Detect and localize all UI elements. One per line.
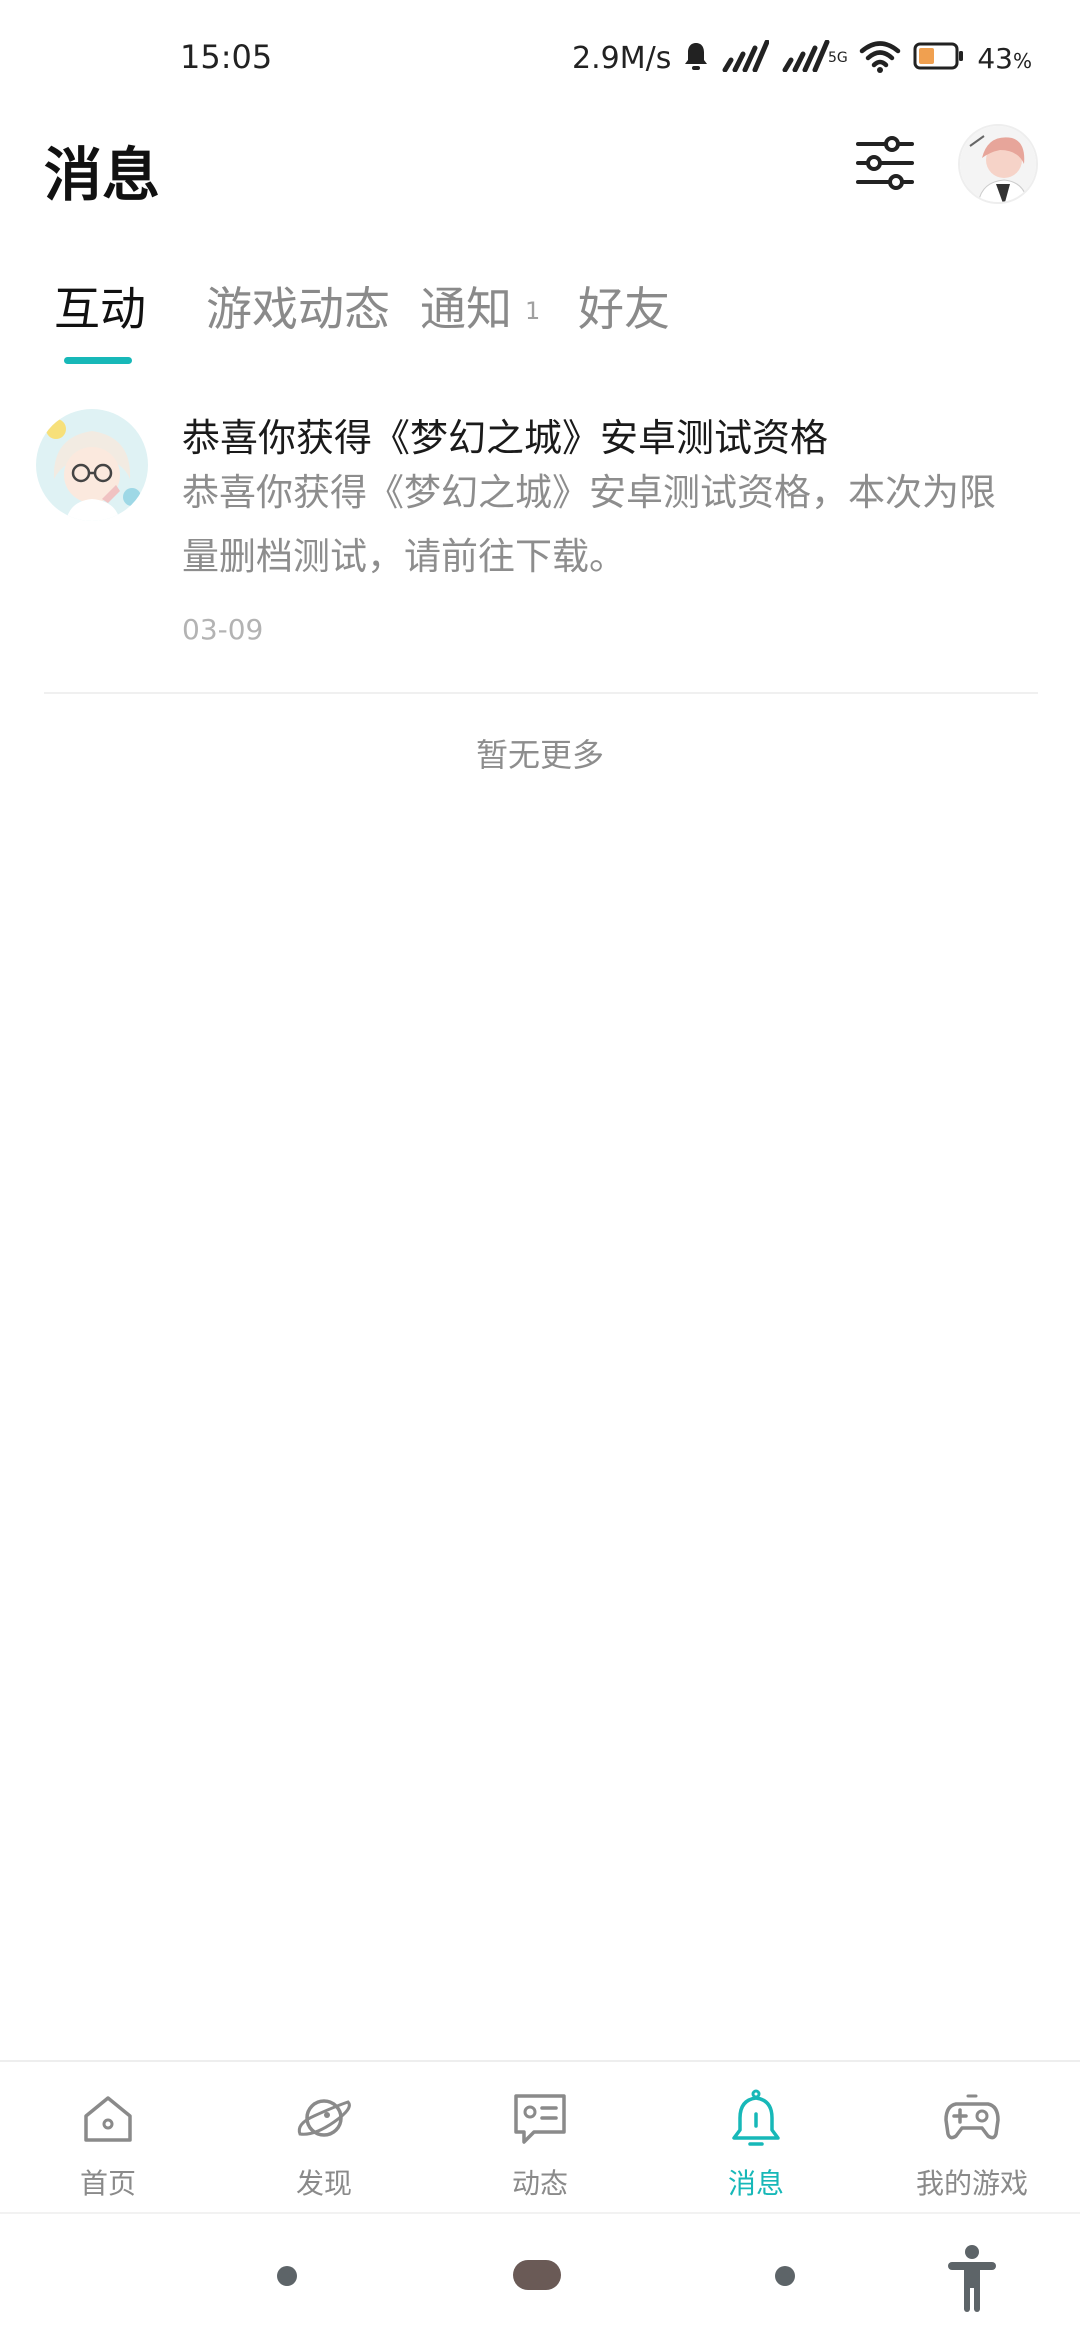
wifi-icon [859,39,901,77]
svg-text:5G: 5G [828,50,847,66]
message-body: 恭喜你获得《梦幻之城》安卓测试资格，本次为限量删档测试，请前往下载。 [182,471,996,578]
system-home-button[interactable] [513,2260,561,2290]
active-tab-indicator [64,357,132,364]
sliders-icon [856,136,914,190]
tab-notifications[interactable]: 通知 [420,273,512,339]
message-title: 恭喜你获得《梦幻之城》安卓测试资格 [182,416,829,460]
user-avatar[interactable] [958,124,1038,204]
message-tabs: 互动 游戏动态 通知 1 好友 [0,265,1080,375]
message-date: 03-09 [182,613,264,646]
bell-icon [732,2089,780,2146]
home-icon [84,2096,132,2142]
feed-icon [514,2094,566,2144]
tab-friends[interactable]: 好友 [578,273,670,339]
bottom-navigation: 首页 发现 动态 消息 我的游戏 [0,2060,1080,2212]
tab-interaction[interactable]: 互动 [54,273,146,339]
nav-my-games[interactable]: 我的游戏 [864,2062,1080,2212]
status-right: 2.9M/s 5G 43% [572,36,1032,80]
battery-percent: 43% [977,41,1032,75]
page-title: 消息 [44,141,161,209]
notification-count-badge: 1 [525,297,541,325]
sender-avatar[interactable] [36,409,148,521]
nav-messages-label: 消息 [727,2167,784,2200]
system-back-button[interactable] [277,2266,297,2286]
gamepad-icon [944,2094,1000,2140]
nav-messages[interactable]: 消息 [648,2062,864,2212]
nav-home-label: 首页 [79,2167,136,2200]
signal-icon-1 [721,39,770,76]
filter-settings-button[interactable] [852,130,918,196]
system-recents-button[interactable] [775,2266,795,2286]
system-navigation-bar [0,2212,1080,2340]
accessibility-icon[interactable] [944,2244,1000,2312]
alarm-bell-icon [683,41,709,75]
list-end-text: 暂无更多 [475,736,604,774]
network-speed: 2.9M/s [572,40,672,76]
nav-feed[interactable]: 动态 [432,2062,648,2212]
nav-discover-label: 发现 [295,2167,352,2200]
tab-game-updates[interactable]: 游戏动态 [206,273,390,339]
battery-icon [913,41,965,75]
nav-discover[interactable]: 发现 [216,2062,432,2212]
signal-icon-2: 5G [781,39,848,76]
planet-icon [297,2099,351,2137]
list-item[interactable]: 恭喜你获得《梦幻之城》安卓测试资格 恭喜你获得《梦幻之城》安卓测试资格，本次为限… [0,395,1080,695]
nav-my-games-label: 我的游戏 [915,2167,1028,2200]
list-divider [44,692,1038,694]
nav-feed-label: 动态 [511,2167,568,2200]
status-time: 15:05 [180,38,273,76]
status-bar: 15:05 2.9M/s 5G 43% [0,0,1080,115]
nav-home[interactable]: 首页 [0,2062,216,2212]
